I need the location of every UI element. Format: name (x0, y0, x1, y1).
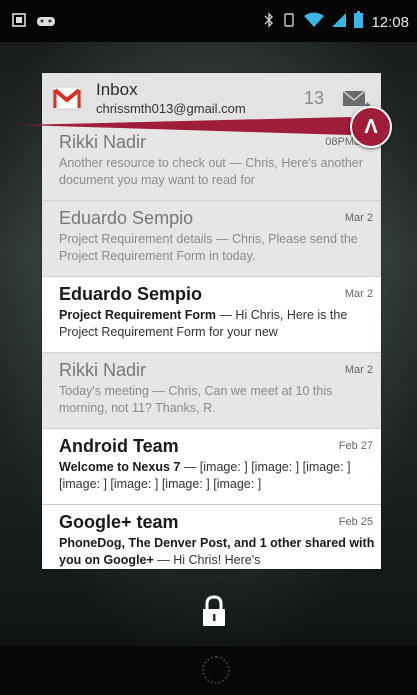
message-preview: — Hi Chris! Here's (153, 553, 261, 567)
message-subject: Welcome to Nexus 7 (59, 460, 181, 474)
bluetooth-icon (264, 11, 274, 33)
home-indicator-icon[interactable] (202, 656, 230, 684)
message-subject: Project Requirement details (59, 232, 213, 246)
message-sender: Eduardo Sempio (59, 284, 203, 304)
clock: 12:08 (371, 13, 409, 31)
list-item[interactable]: Eduardo Sempio Mar 2 Project Requirement… (42, 201, 381, 277)
message-date: Feb 27 (338, 440, 373, 452)
message-subject: Another resource to check out (59, 156, 226, 170)
lock-icon[interactable] (201, 595, 227, 627)
list-item[interactable]: Google+ team Feb 25 PhoneDog, The Denver… (42, 505, 381, 569)
message-date: Mar 2 (344, 212, 373, 224)
gmail-icon[interactable] (52, 85, 82, 111)
message-subject: Project Requirement Form (59, 308, 216, 322)
message-sender: Android Team (59, 436, 179, 456)
rotate-icon (282, 12, 296, 33)
message-snippet: Another resource to check out — Chris, H… (59, 155, 377, 189)
list-item[interactable]: Rikki Nadir Mar 2 Today's meeting — Chri… (42, 353, 381, 429)
message-snippet: Today's meeting — Chris, Can we meet at … (59, 383, 377, 417)
gamepad-icon (36, 14, 56, 32)
annotation-badge: Λ (350, 106, 392, 148)
message-date: Mar 2 (344, 364, 373, 376)
message-list: Rikki Nadir 08PMar 2 Another resource to… (42, 125, 381, 569)
message-date: Feb 25 (338, 516, 373, 528)
battery-icon (354, 11, 364, 33)
message-date: Mar 2 (344, 288, 373, 300)
list-item[interactable]: Eduardo Sempio Mar 2 Project Requirement… (42, 277, 381, 353)
message-snippet: PhoneDog, The Denver Post, and 1 other s… (59, 535, 377, 569)
message-sender: Eduardo Sempio (59, 208, 194, 228)
status-bar: 12:08 (0, 0, 417, 42)
unread-count: 13 (304, 88, 325, 108)
notification-icon (12, 13, 26, 32)
gmail-widget[interactable]: Inbox chrissmth013@gmail.com 13 Rikki Na… (42, 73, 381, 569)
message-snippet: Project Requirement Form — Hi Chris, Her… (59, 307, 377, 341)
annotation-pointer (20, 117, 360, 135)
message-snippet: Welcome to Nexus 7 — [image: ] [image: ]… (59, 459, 377, 493)
message-sender: Rikki Nadir (59, 360, 147, 380)
list-item[interactable]: Android Team Feb 27 Welcome to Nexus 7 —… (42, 429, 381, 505)
inbox-title: Inbox (96, 80, 138, 99)
message-subject: Today's meeting (59, 384, 149, 398)
navigation-bar (0, 646, 417, 695)
signal-icon (332, 12, 347, 33)
message-sender: Google+ team (59, 512, 179, 532)
message-snippet: Project Requirement details — Chris, Ple… (59, 231, 377, 265)
wifi-icon (304, 12, 325, 33)
